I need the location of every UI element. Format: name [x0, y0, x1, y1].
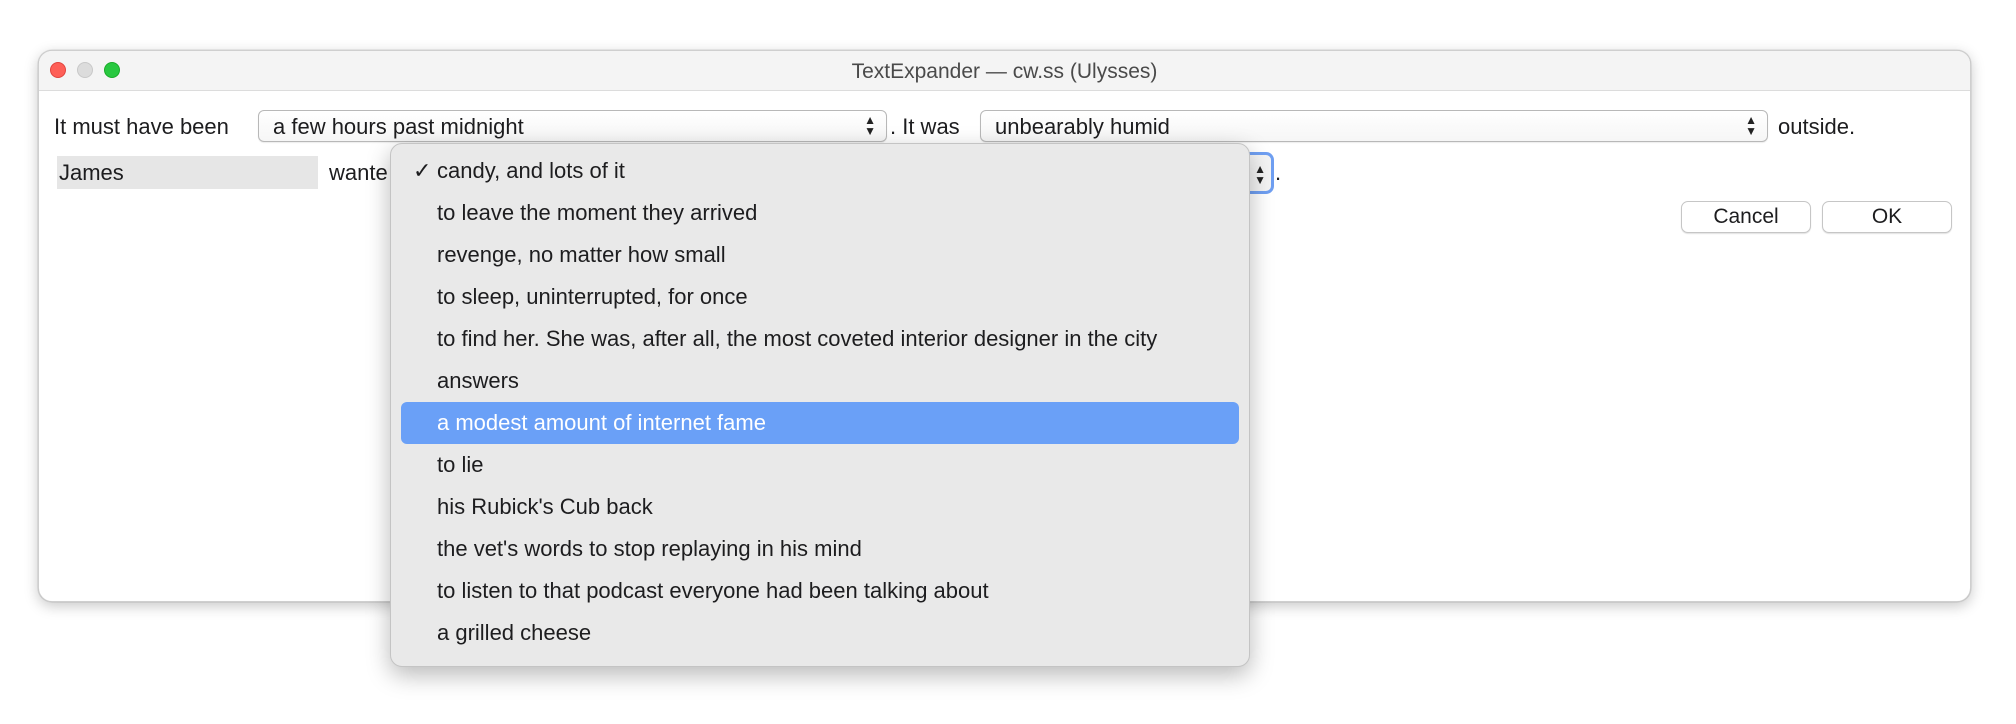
- weather-popup-value: unbearably humid: [995, 114, 1170, 139]
- menu-item[interactable]: a modest amount of internet fame: [401, 402, 1239, 444]
- menu-item[interactable]: ✓ candy, and lots of it: [401, 150, 1239, 192]
- menu-item[interactable]: to lie: [401, 444, 1239, 486]
- line2-prefix-text: wante: [329, 160, 388, 185]
- menu-item-label: to lie: [437, 452, 484, 477]
- title-bar: TextExpander — cw.ss (Ulysses): [39, 51, 1970, 91]
- up-down-arrows-icon: ▲ ▼: [1745, 113, 1757, 138]
- menu-item[interactable]: the vet's words to stop replaying in his…: [401, 528, 1239, 570]
- cancel-button[interactable]: Cancel: [1681, 201, 1811, 233]
- menu-item[interactable]: to listen to that podcast everyone had b…: [401, 570, 1239, 612]
- menu-item-label: candy, and lots of it: [437, 158, 625, 183]
- menu-item[interactable]: to leave the moment they arrived: [401, 192, 1239, 234]
- menu-item[interactable]: his Rubick's Cub back: [401, 486, 1239, 528]
- name-field[interactable]: James: [57, 156, 318, 189]
- line1-prefix-text: It must have been: [54, 114, 229, 139]
- line1-suffix-text: outside.: [1778, 114, 1856, 139]
- menu-item-label: the vet's words to stop replaying in his…: [437, 536, 862, 561]
- menu-item[interactable]: a grilled cheese: [401, 612, 1239, 654]
- line1-mid-text: . It was: [890, 114, 960, 139]
- up-down-arrows-icon: ▲ ▼: [1254, 162, 1266, 187]
- time-popup[interactable]: a few hours past midnight ▲ ▼: [258, 110, 887, 142]
- menu-item[interactable]: revenge, no matter how small: [401, 234, 1239, 276]
- checkmark-icon: ✓: [413, 158, 432, 183]
- menu-item-label: to find her. She was, after all, the mos…: [437, 326, 1158, 351]
- menu-item-label: his Rubick's Cub back: [437, 494, 653, 519]
- window-title: TextExpander — cw.ss (Ulysses): [851, 60, 1158, 83]
- menu-item-label: to leave the moment they arrived: [437, 200, 758, 225]
- menu-item-label: a modest amount of internet fame: [437, 410, 766, 435]
- line2-suffix-text: .: [1275, 160, 1282, 185]
- menu-item-label: to sleep, uninterrupted, for once: [437, 284, 748, 309]
- menu-item[interactable]: to sleep, uninterrupted, for once: [401, 276, 1239, 318]
- ok-button[interactable]: OK: [1822, 201, 1952, 233]
- menu-item-label: a grilled cheese: [437, 620, 592, 645]
- up-down-arrows-icon: ▲ ▼: [864, 113, 876, 138]
- menu-item[interactable]: to find her. She was, after all, the mos…: [401, 318, 1239, 360]
- desire-popup-menu: ✓ candy, and lots of it to leave the momen…: [390, 143, 1250, 667]
- weather-popup[interactable]: unbearably humid ▲ ▼: [980, 110, 1768, 142]
- menu-item-label: answers: [437, 368, 519, 393]
- menu-item-label: revenge, no matter how small: [437, 242, 726, 267]
- menu-item-label: to listen to that podcast everyone had b…: [437, 578, 989, 603]
- menu-item[interactable]: answers: [401, 360, 1239, 402]
- time-popup-value: a few hours past midnight: [273, 114, 524, 139]
